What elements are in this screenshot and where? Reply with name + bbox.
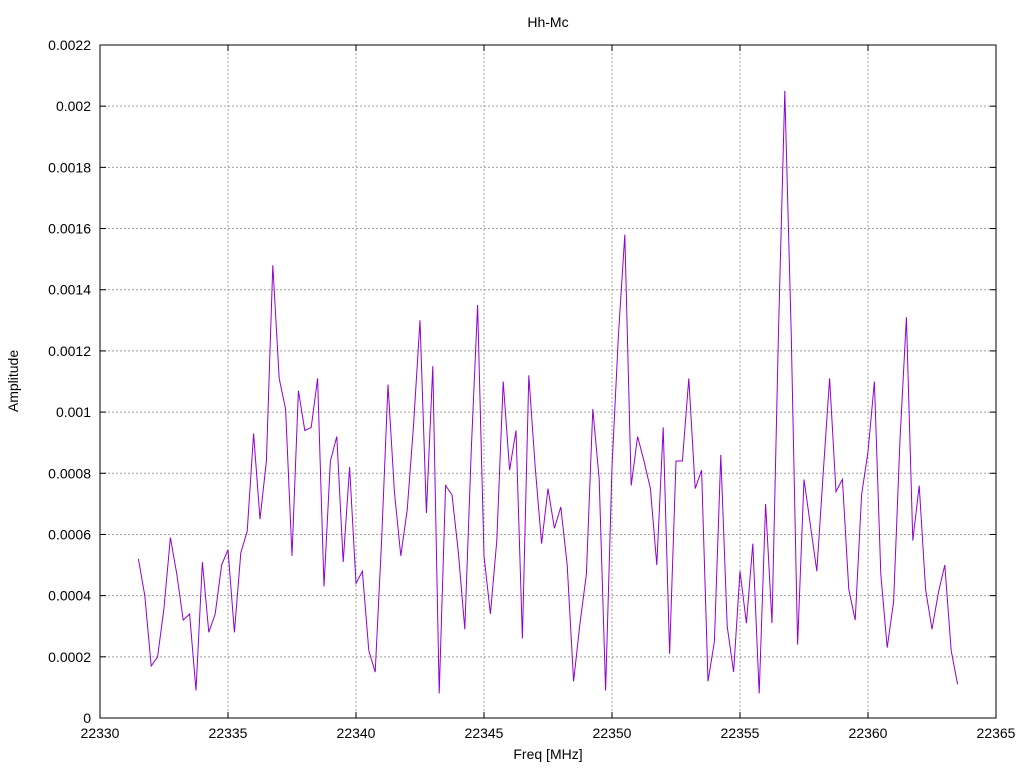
x-tick-label: 22345 <box>465 725 504 741</box>
y-tick-label: 0 <box>83 710 91 726</box>
y-tick-label: 0.001 <box>56 404 91 420</box>
y-tick-label: 0.0018 <box>48 159 91 175</box>
y-tick-label: 0.0002 <box>48 649 91 665</box>
y-tick-label: 0.0016 <box>48 221 91 237</box>
x-tick-label: 22340 <box>337 725 376 741</box>
x-tick-label: 22330 <box>81 725 120 741</box>
x-tick-label: 22355 <box>721 725 760 741</box>
y-tick-label: 0.0008 <box>48 465 91 481</box>
x-tick-label: 22335 <box>209 725 248 741</box>
chart-background <box>0 0 1024 768</box>
y-tick-label: 0.0006 <box>48 526 91 542</box>
x-axis-title: Freq [MHz] <box>513 746 582 762</box>
x-tick-label: 22360 <box>849 725 888 741</box>
x-tick-label: 22350 <box>593 725 632 741</box>
x-tick-label: 22365 <box>977 725 1016 741</box>
y-axis-title: Amplitude <box>5 350 21 412</box>
y-tick-label: 0.0014 <box>48 282 91 298</box>
y-tick-label: 0.0004 <box>48 588 91 604</box>
y-tick-label: 0.002 <box>56 98 91 114</box>
chart-title: Hh-Mc <box>527 14 568 30</box>
amplitude-chart: 22330 22335 22340 22345 22350 22355 22360 22365… <box>0 0 1024 768</box>
y-tick-label: 0.0022 <box>48 37 91 53</box>
y-tick-label: 0.0012 <box>48 343 91 359</box>
